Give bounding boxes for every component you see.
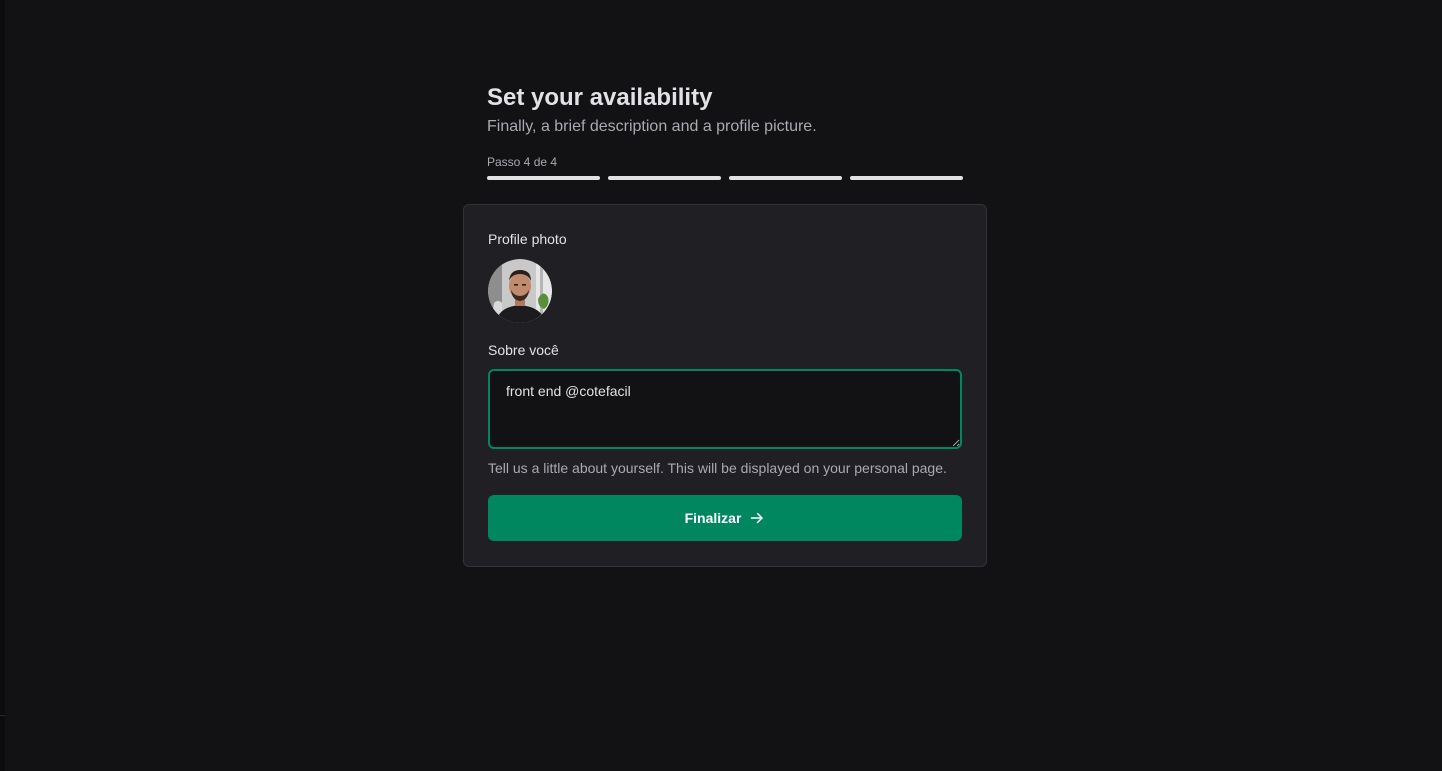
about-textarea[interactable]: front end @cotefacil: [488, 369, 962, 449]
about-help-text: Tell us a little about yourself. This wi…: [488, 460, 947, 476]
finish-button-label: Finalizar: [684, 510, 742, 526]
step-bar-1: [487, 176, 600, 180]
register-step-container: Set your availability Finally, a brief d…: [463, 84, 987, 567]
page-subtitle: Finally, a brief description and a profi…: [487, 118, 817, 135]
step-indicator-label: Passo 4 de 4: [487, 155, 558, 169]
arrow-right-icon: [749, 510, 765, 526]
profile-photo-label: Profile photo: [488, 231, 567, 247]
left-edge-strip: [0, 0, 5, 771]
avatar: [488, 259, 552, 323]
left-edge-divider: [0, 715, 5, 716]
step-bar-2: [608, 176, 721, 180]
profile-form-card: Profile photo Sobre você front end @cote…: [463, 204, 987, 567]
step-progress-bars: [487, 176, 963, 180]
page-title: Set your availability: [487, 84, 713, 111]
about-label: Sobre você: [488, 342, 559, 358]
step-bar-4: [850, 176, 963, 180]
step-bar-3: [729, 176, 842, 180]
finish-button[interactable]: Finalizar: [488, 495, 962, 541]
step-header: Set your availability Finally, a brief d…: [463, 84, 987, 180]
